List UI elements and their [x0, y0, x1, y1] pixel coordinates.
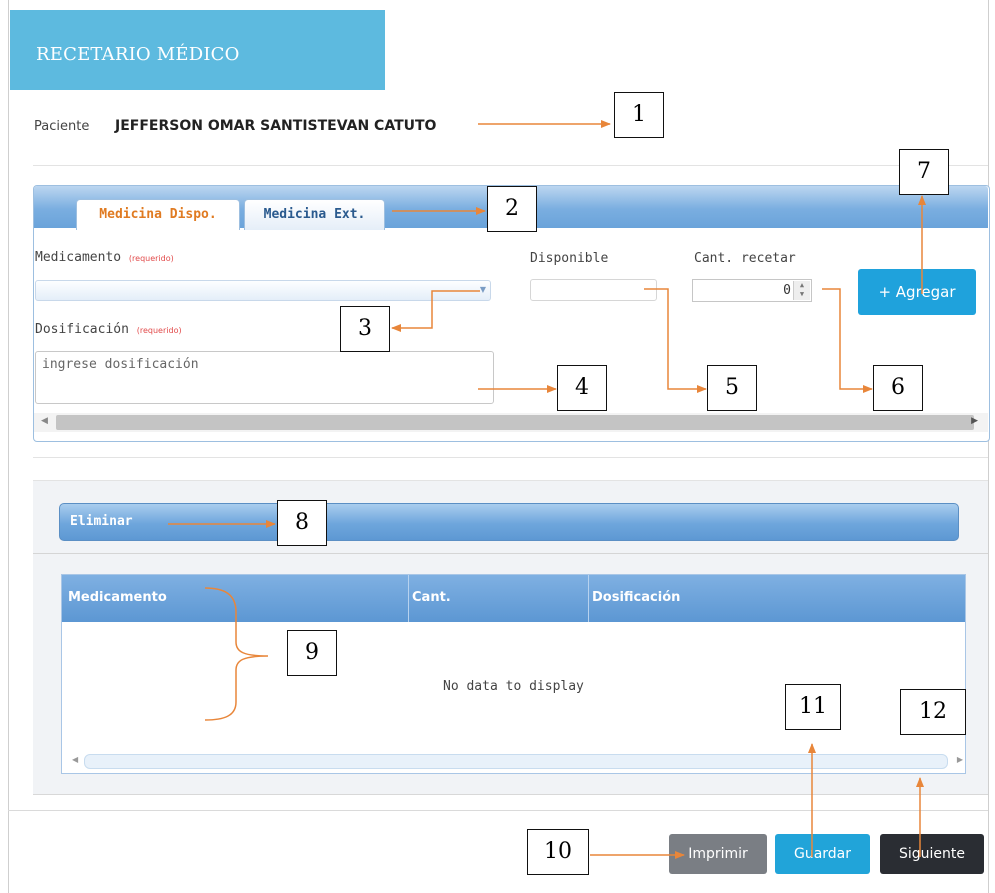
- callout-8: 8: [277, 500, 327, 546]
- callout-6: 6: [873, 365, 923, 411]
- callout-3: 3: [340, 306, 390, 352]
- callout-arrow-5: [644, 288, 707, 393]
- annotation-arrows: [168, 120, 926, 859]
- callout-brace-9: [204, 587, 269, 721]
- callout-2: 2: [487, 186, 537, 232]
- callout-10: 10: [527, 829, 589, 875]
- callout-5: 5: [707, 365, 757, 411]
- callout-9: 9: [287, 630, 337, 676]
- callout-arrow-3: [391, 290, 480, 332]
- callout-12: 12: [900, 689, 966, 735]
- callout-arrow-6: [822, 288, 873, 393]
- callout-1: 1: [614, 92, 664, 138]
- callout-11: 11: [785, 684, 841, 730]
- callout-7: 7: [899, 149, 949, 195]
- callout-4: 4: [557, 365, 607, 411]
